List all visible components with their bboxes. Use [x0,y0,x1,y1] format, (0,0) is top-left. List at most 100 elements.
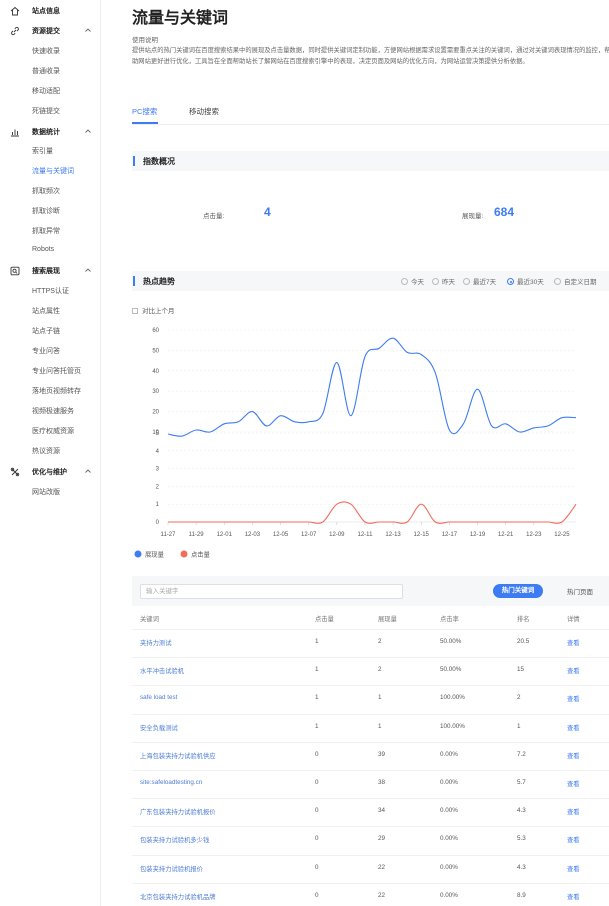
sidebar-group-resource-submit[interactable]: 资源提交 [0,24,101,38]
sidebar-item-dead-link[interactable]: 死链提交 [32,106,60,116]
sidebar-item-crawl-errors[interactable]: 抓取异常 [32,226,60,236]
cell-keyword[interactable]: 水平冲击试验机 [140,666,184,675]
sidebar-group-label: 资源提交 [32,28,60,35]
tab-mobile-search[interactable]: 移动搜索 [189,106,219,117]
cell-rank: 1 [517,722,521,730]
legend-marker [180,550,188,558]
sidebar-item-site-attributes[interactable]: 站点属性 [32,306,60,316]
cell-detail-link[interactable]: 查看 [567,779,580,788]
row-divider [132,713,609,715]
sidebar-item-expert-qa-hosted[interactable]: 专业问答托管页 [32,366,81,376]
sidebar-item-medical-authority[interactable]: 医疗权威资源 [32,426,74,436]
sidebar-group-search-display[interactable]: 搜索展现 [0,264,101,278]
cell-detail-link[interactable]: 查看 [567,835,580,844]
range-last-7-days[interactable]: 最近7天 [463,276,496,286]
sidebar-item-expert-qa[interactable]: 专业问答 [32,346,60,356]
sidebar-group-optimize[interactable]: 优化与维护 [0,465,101,479]
section-marker [133,276,135,286]
cell-detail-link[interactable]: 查看 [567,864,580,873]
x-tick-label: 12-13 [385,532,401,538]
sidebar-item-robots[interactable]: Robots [32,246,54,253]
sidebar-item-crawl-frequency[interactable]: 抓取频次 [32,186,60,196]
compare-last-month[interactable]: 对比上个月 [132,305,175,315]
chevron-up-icon [85,28,91,32]
x-tick-label: 12-09 [329,532,345,538]
cell-ctr: 0.00% [440,835,458,843]
cell-keyword[interactable]: 包装夹持力试验机多少钱 [140,835,209,844]
clicks-label: 点击量: [203,213,225,220]
overview-title: 指数概况 [143,157,175,166]
row-divider [132,657,609,659]
radio-checked-icon [507,278,514,285]
cell-detail-link[interactable]: 查看 [567,694,580,703]
y-tick-label: 0 [156,520,160,526]
sidebar-item-crawl-diagnosis[interactable]: 抓取诊断 [32,206,60,216]
keyword-search-input[interactable] [140,584,403,599]
range-yesterday[interactable]: 昨天 [432,276,455,286]
sidebar-item-fast-index[interactable]: 快速收录 [32,46,60,56]
cell-rank: 5.3 [517,835,526,843]
cell-detail-link[interactable]: 查看 [567,751,580,760]
cell-keyword[interactable]: 包装夹持力试验机报价 [140,864,203,873]
cell-impressions: 22 [378,863,386,871]
sidebar-group-label: 搜索展现 [32,268,60,275]
cell-keyword[interactable]: site:safeloadtesting.cn [140,779,202,786]
hot-keywords-button[interactable]: 热门关键词 [493,584,543,598]
cell-keyword[interactable]: 北京包装夹持力试验机品牌 [140,892,216,901]
row-divider [132,685,609,687]
cell-ctr: 100.00% [440,694,465,702]
range-last-30-days[interactable]: 最近30天 [507,276,544,286]
cell-detail-link[interactable]: 查看 [567,723,580,732]
cell-detail-link[interactable]: 查看 [567,638,580,647]
sidebar-group-data-stats[interactable]: 数据统计 [0,125,101,139]
cell-impressions: 39 [378,750,386,758]
cell-impressions: 22 [378,891,386,899]
impressions-value: 684 [494,205,515,219]
range-label: 自定义日期 [564,279,597,286]
sidebar-group-label: 站点信息 [32,8,60,15]
x-tick-label: 12-23 [526,532,542,538]
sidebar-item-site-revision[interactable]: 网站改版 [32,487,60,497]
cell-rank: 7.2 [517,750,526,758]
sidebar-item-video-transfer[interactable]: 落地页视频转存 [32,386,81,396]
sidebar-item-traffic-keywords[interactable]: 流量与关键词 [32,166,74,176]
cell-rank: 4.3 [517,807,526,815]
cell-detail-link[interactable]: 查看 [567,666,580,675]
y-tick-label: 4 [156,449,160,455]
chevron-up-icon [85,268,91,272]
chevron-up-icon [85,469,91,473]
x-tick-label: 12-25 [554,532,570,538]
checkbox-icon[interactable] [132,308,138,314]
cell-keyword[interactable]: 广东包装夹持力试验机报价 [140,807,216,816]
sidebar-item-index-volume[interactable]: 索引量 [32,146,53,156]
cell-keyword[interactable]: 安全负载测试 [140,723,178,732]
sidebar-group-site-info[interactable]: 站点信息 [0,4,101,18]
cell-impressions: 1 [378,694,382,702]
cell-rank: 4.3 [517,863,526,871]
cell-keyword[interactable]: 上海包装夹持力试验机供应 [140,751,216,760]
sidebar-item-hot-discussion[interactable]: 热议资源 [32,446,60,456]
range-today[interactable]: 今天 [401,276,424,286]
cell-detail-link[interactable]: 查看 [567,807,580,816]
bar-chart-icon [11,129,19,137]
sidebar-item-normal-index[interactable]: 普通收录 [32,66,60,76]
range-custom[interactable]: 自定义日期 [554,276,597,286]
y-tick-label: 30 [152,389,159,395]
sidebar-item-video-speed[interactable]: 视频极速服务 [32,406,74,416]
sidebar-item-mobile-adapt[interactable]: 移动适配 [32,86,60,96]
radio-icon [432,278,439,285]
sidebar-item-https[interactable]: HTTPS认证 [32,286,69,296]
sidebar-item-sitelinks[interactable]: 站点子链 [32,326,60,336]
hot-pages-button[interactable]: 热门页面 [567,586,593,596]
cell-rank: 5.7 [517,779,526,786]
tools-icon [10,467,20,477]
cell-detail-link[interactable]: 查看 [567,892,580,901]
tab-pc-search[interactable]: PC搜索 [132,106,157,117]
range-label: 最近30天 [517,279,544,286]
cell-keyword[interactable]: safe load test [140,694,177,701]
y-tick-label: 1 [156,502,160,508]
range-label: 昨天 [442,279,455,286]
cell-keyword[interactable]: 夹持力测试 [140,638,171,647]
compare-label: 对比上个月 [142,308,175,315]
cell-rank: 15 [517,666,525,674]
